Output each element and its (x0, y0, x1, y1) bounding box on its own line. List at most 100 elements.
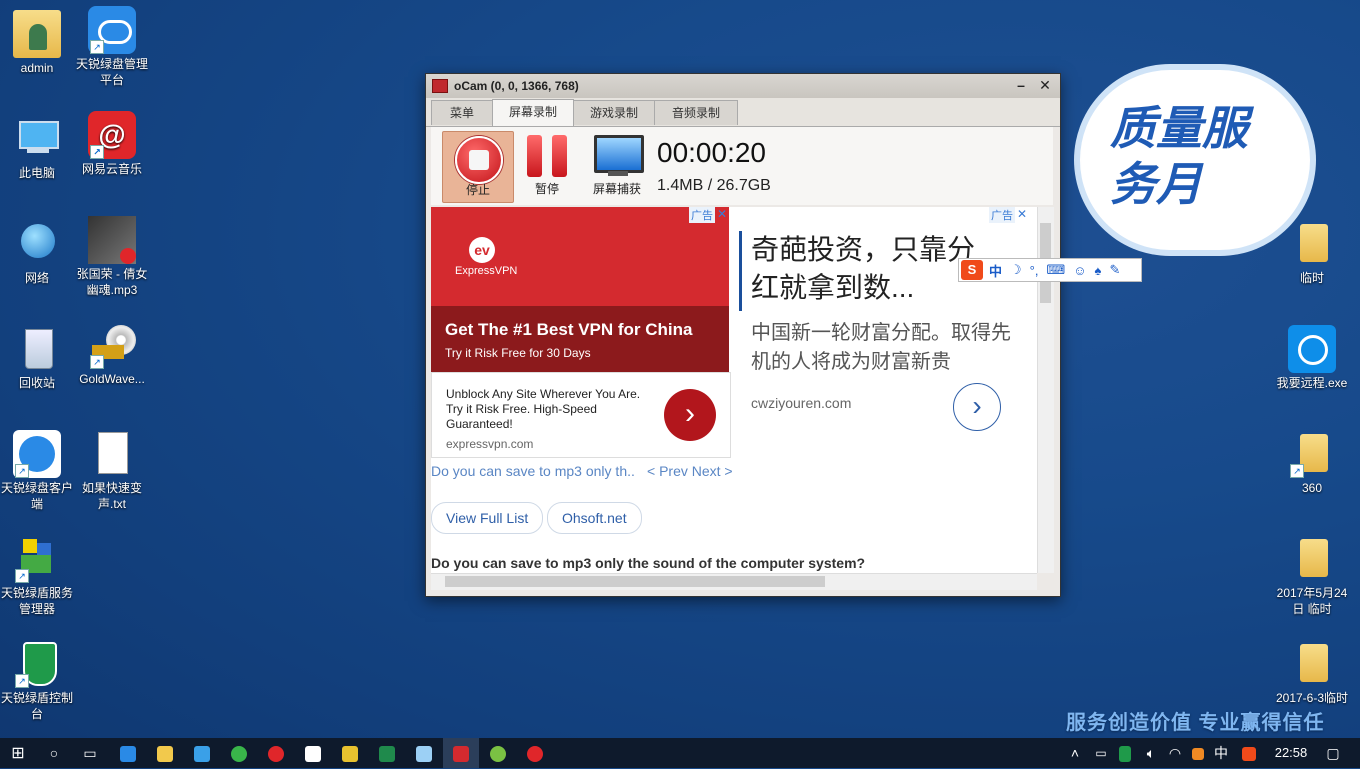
volume-icon: 🔈︎ (1146, 745, 1156, 761)
tab-game-record[interactable]: 游戏录制 (573, 100, 655, 125)
vpn-ad-body[interactable]: Unblock Any Site Wherever You Are. Try i… (431, 372, 731, 458)
tray-volume[interactable]: 🔈︎ (1138, 738, 1164, 768)
shield-icon (1119, 746, 1131, 763)
close-button[interactable]: ✕ (1034, 76, 1056, 94)
taskbar-app-3[interactable] (184, 738, 220, 768)
desktop-icon-text-file[interactable]: 如果快速变声.txt (72, 430, 152, 512)
record-toolbar: 停止 暂停 屏幕捕获 00:00:20 1.4MB / 26.7GB (431, 127, 1053, 205)
cloud-app-icon (305, 746, 321, 763)
clover-icon (490, 746, 506, 763)
minimize-button[interactable]: – (1010, 76, 1032, 94)
search-button[interactable]: ○ (36, 738, 72, 768)
desktop-icon-label: 天锐绿盾服务管理器 (0, 586, 73, 616)
vpn-go-button[interactable]: › (664, 389, 716, 441)
taskbar-app-7[interactable] (332, 738, 368, 768)
clock[interactable]: 22:58 (1268, 738, 1314, 768)
tray-shield[interactable] (1112, 738, 1138, 768)
taskbar-app-8[interactable] (369, 738, 405, 768)
moon-icon[interactable]: ☽ (1010, 262, 1022, 278)
window-titlebar[interactable]: oCam (0, 0, 1366, 768) – ✕ (426, 74, 1060, 98)
screen-capture-button[interactable]: 屏幕捕获 (582, 131, 652, 201)
tray-app-1[interactable] (1186, 738, 1210, 768)
ime-indicator[interactable]: 中 (1208, 738, 1234, 768)
taskbar-app-4[interactable] (221, 738, 257, 768)
desktop-icon-netease[interactable]: @ ↗ 网易云音乐 (72, 111, 152, 177)
expressvpn-logo-icon: ev (469, 237, 495, 263)
taskbar-app-explorer[interactable] (147, 738, 183, 768)
vpn-ad-headline-block[interactable]: Get The #1 Best VPN for China Try it Ris… (431, 306, 729, 372)
desktop-icon-shield-manager[interactable]: ↗ 天锐绿盾服务管理器 (0, 535, 77, 617)
goldwave-icon: ↗ (88, 321, 136, 369)
invest-url: cwziyouren.com (751, 395, 852, 411)
skin-icon[interactable]: ♠ (1095, 263, 1102, 278)
invest-ad[interactable]: 奇葩投资，只靠分红就拿到数... 中国新一轮财富分配。取得先机的人将成为财富新贵… (737, 207, 1037, 457)
notification-button[interactable]: ▢ (1318, 738, 1348, 768)
desktop-icon-label: GoldWave... (79, 372, 145, 386)
cloud-client-icon: ↗ (13, 430, 61, 478)
vpn-subline: Try it Risk Free for 30 Days (445, 346, 591, 360)
taskbar-app-5[interactable] (258, 738, 294, 768)
user-icon[interactable]: ☺ (1073, 263, 1086, 278)
desktop-icon-this-pc[interactable]: 此电脑 (0, 115, 77, 181)
ohsoft-button[interactable]: Ohsoft.net (547, 502, 642, 534)
ime-mode[interactable]: 中 (989, 261, 1002, 280)
search-circle-icon: ○ (49, 745, 59, 761)
stop-button[interactable]: 停止 (442, 131, 514, 203)
desktop-icon-network[interactable]: 网络 (0, 220, 77, 286)
desktop-icon-recycle-bin[interactable]: 回收站 (0, 325, 77, 391)
start-button[interactable]: ⊞ (0, 738, 36, 768)
desktop-icon-2017-5-24[interactable]: 2017年5月24日 临时 (1272, 535, 1352, 617)
desktop-icon-admin[interactable]: admin (0, 10, 77, 76)
tray-wifi[interactable]: ◠ (1162, 738, 1188, 768)
desktop-icon-label: 2017-6-3临时 (1275, 691, 1349, 705)
browser-icon (231, 746, 247, 763)
ad-close-right-icon[interactable]: ✕ (1017, 207, 1027, 221)
keyboard-icon[interactable]: ⌨ (1046, 262, 1065, 278)
vpn-ad-banner[interactable]: ev ExpressVPN (431, 207, 729, 306)
prev-next-link[interactable]: < Prev Next > (647, 463, 733, 479)
computer-icon (13, 115, 61, 163)
horizontal-scrollbar[interactable] (431, 573, 1037, 590)
wrench-icon[interactable]: ✎ (1109, 262, 1120, 278)
invest-go-button[interactable]: › (953, 383, 1001, 431)
taskbar-app-6[interactable] (295, 738, 331, 768)
ime-punct[interactable]: °, (1030, 263, 1039, 278)
tray-battery[interactable]: ▭ (1088, 738, 1114, 768)
question-link[interactable]: Do you can save to mp3 only th.. (431, 463, 635, 479)
tray-overflow-button[interactable]: ˄ (1060, 738, 1090, 768)
desktop-icon-2017-6-3[interactable]: 2017-6-3临时 (1272, 640, 1352, 706)
tab-menu[interactable]: 菜单 (431, 100, 493, 125)
desktop-icon-shield-console[interactable]: ↗ 天锐绿盾控制台 (0, 640, 77, 722)
ad-tag-left[interactable]: 广告 (689, 207, 715, 223)
desktop-icon-label: 天锐绿盘客户端 (0, 481, 73, 511)
vpn-url: expressvpn.com (446, 437, 534, 451)
taskbar-app-netease[interactable] (517, 738, 553, 768)
tray-sogou[interactable] (1236, 738, 1262, 768)
pause-button[interactable]: 暂停 (512, 131, 582, 201)
taskbar-app-11[interactable] (480, 738, 516, 768)
ad-close-left-icon[interactable]: ✕ (717, 207, 727, 221)
excel-icon (379, 746, 395, 763)
task-view-icon: ▭ (83, 745, 97, 761)
taskbar-app-9[interactable] (406, 738, 442, 768)
chevron-up-icon: ˄ (1070, 745, 1080, 761)
ime-toolbar[interactable]: S 中 ☽ °, ⌨ ☺ ♠ ✎ (958, 258, 1142, 282)
task-view-button[interactable]: ▭ (72, 738, 108, 768)
tab-screen-record[interactable]: 屏幕录制 (492, 99, 574, 126)
desktop-icon-360[interactable]: ↗ 360 (1272, 430, 1352, 496)
taskbar-app-ocam[interactable] (443, 738, 479, 768)
notification-icon: ▢ (1326, 745, 1340, 761)
banner-text: 质量服务月 (1110, 102, 1248, 210)
tab-bar: 菜单 屏幕录制 游戏录制 音频录制 (426, 98, 1060, 127)
tab-audio-record[interactable]: 音频录制 (654, 100, 738, 125)
desktop-icon-tianrui-manage[interactable]: ↗ 天锐绿盘管理平台 (72, 6, 152, 88)
ad-tag-right[interactable]: 广告 (989, 207, 1015, 223)
desktop-icon-tianrui-client[interactable]: ↗ 天锐绿盘客户端 (0, 430, 77, 512)
taskbar-app-1[interactable] (110, 738, 146, 768)
desktop-icon-teamviewer[interactable]: 我要远程.exe (1272, 325, 1352, 391)
desktop-icon-mp3[interactable]: 张国荣 - 倩女幽魂.mp3 (72, 216, 152, 298)
vpn-brand: ExpressVPN (455, 265, 518, 277)
view-full-list-button[interactable]: View Full List (431, 502, 544, 534)
pause-icon (527, 135, 567, 177)
desktop-icon-goldwave[interactable]: ↗ GoldWave... (72, 321, 152, 387)
